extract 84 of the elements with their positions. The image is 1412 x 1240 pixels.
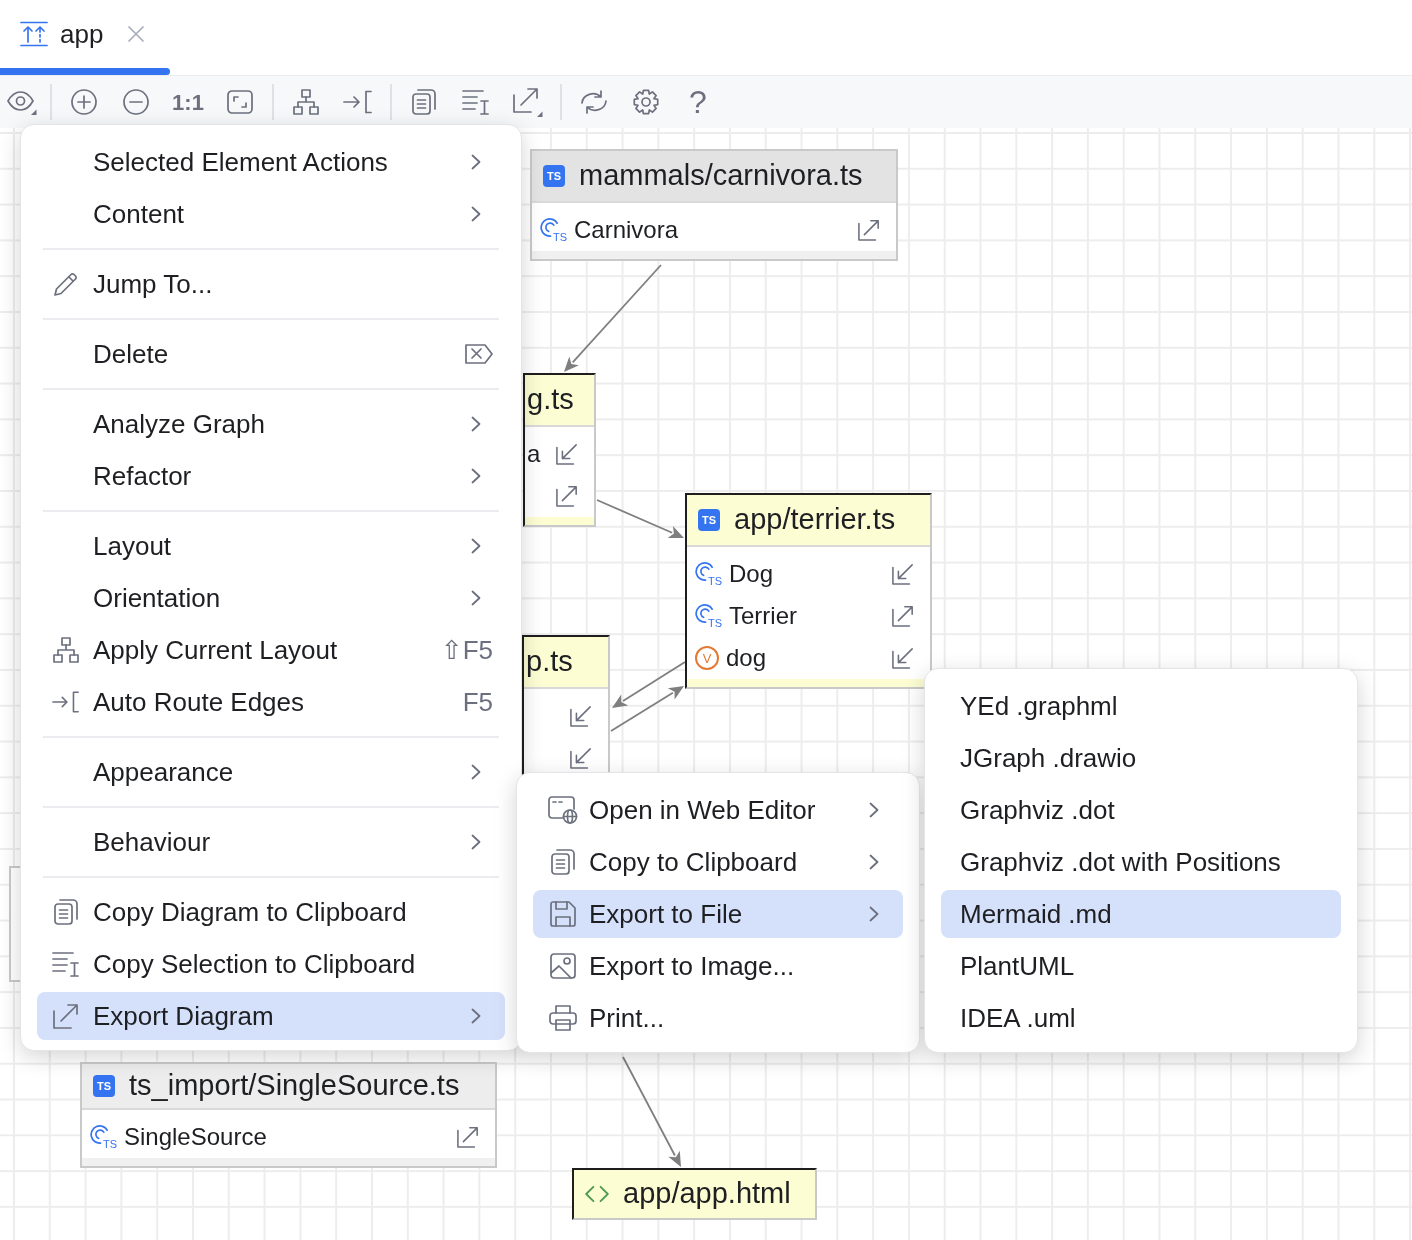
browser-globe-icon xyxy=(548,796,578,824)
menu-item[interactable]: Analyze Graph xyxy=(37,400,505,448)
pencil-icon xyxy=(53,271,79,297)
menu-item[interactable]: Layout xyxy=(37,522,505,570)
member-name: Terrier xyxy=(729,601,797,631)
hierarchy-icon xyxy=(293,89,319,115)
settings-icon xyxy=(633,89,659,115)
menu-item[interactable]: Delete xyxy=(37,330,505,378)
printer-icon xyxy=(549,1005,577,1031)
menu-item[interactable]: Export Diagram xyxy=(37,992,505,1040)
member-name: Carnivora xyxy=(574,215,679,245)
export-arrow-icon xyxy=(53,1003,79,1029)
export-arrow-icon xyxy=(513,87,543,117)
lines-cursor-icon xyxy=(462,89,490,115)
menu-item[interactable]: Apply Current Layout ⇧F5 xyxy=(37,626,505,674)
menu-item[interactable]: IDEA .uml xyxy=(941,994,1341,1042)
menu-item[interactable]: Graphviz .dot xyxy=(941,786,1341,834)
eye-icon xyxy=(7,89,37,115)
menu-item[interactable]: Jump To... xyxy=(37,260,505,308)
hierarchy-icon xyxy=(53,637,79,663)
file-type-badge: TS xyxy=(698,509,720,531)
menu-item[interactable]: Export to File xyxy=(533,890,903,938)
variable-badge: V xyxy=(695,646,719,670)
editor-tab[interactable]: app xyxy=(0,0,170,75)
menu-item[interactable]: YEd .graphml xyxy=(941,682,1341,730)
close-icon[interactable] xyxy=(128,26,145,42)
node-title: g.ts xyxy=(527,382,574,418)
menu-item[interactable]: Refactor xyxy=(37,452,505,500)
menu-item[interactable]: Open in Web Editor xyxy=(533,786,903,834)
menu-item[interactable]: PlantUML xyxy=(941,942,1341,990)
menu-item[interactable]: Orientation xyxy=(37,574,505,622)
file-type-badge: TS xyxy=(543,165,565,187)
actual-size-button[interactable]: 1:1 xyxy=(162,80,214,124)
menu-item[interactable]: Export to Image... xyxy=(533,942,903,990)
menu-item[interactable]: Content xyxy=(37,190,505,238)
frame-icon xyxy=(227,90,253,114)
file-type-badge: TS xyxy=(93,1075,115,1097)
menu-item[interactable]: JGraph .drawio xyxy=(941,734,1341,782)
node-title: app/app.html xyxy=(623,1176,791,1212)
plus-circle-icon xyxy=(71,89,97,115)
menu-item[interactable]: Copy to Clipboard xyxy=(533,838,903,886)
menu-item[interactable]: Print... xyxy=(533,994,903,1042)
documents-icon xyxy=(551,849,575,875)
refresh-icon xyxy=(580,90,608,114)
shortcut: F5 xyxy=(462,685,493,719)
documents-icon xyxy=(54,899,78,925)
class-badge: TS xyxy=(695,561,722,587)
documents-icon xyxy=(412,89,436,115)
member-name: a xyxy=(527,439,541,469)
menu-item[interactable]: Mermaid .md xyxy=(941,890,1341,938)
menu-item[interactable]: Behaviour xyxy=(37,818,505,866)
arrow-bracket-icon xyxy=(52,690,80,714)
diagram-node[interactable]: TS mammals/carnivora.ts TS Carnivora xyxy=(530,149,898,261)
class-badge: TS xyxy=(695,603,722,629)
member-name: SingleSource xyxy=(124,1122,267,1152)
node-title: app/terrier.ts xyxy=(734,502,896,538)
image-icon xyxy=(550,953,576,979)
node-title: p.ts xyxy=(526,644,573,680)
node-footer-strip xyxy=(525,517,594,525)
class-badge: TS xyxy=(90,1124,117,1150)
shortcut: ⇧F5 xyxy=(440,633,493,667)
code-brackets-icon xyxy=(585,1185,609,1203)
menu-item[interactable]: Copy Diagram to Clipboard xyxy=(37,888,505,936)
diagram-node[interactable]: TS app/terrier.ts TS Dog TS Terrier V dog xyxy=(685,493,932,689)
menu-item[interactable]: Graphviz .dot with Positions xyxy=(941,838,1341,886)
help-button[interactable]: ? xyxy=(672,80,724,124)
menu-item[interactable]: Selected Element Actions xyxy=(37,138,505,186)
menu-item[interactable]: Auto Route Edges F5 xyxy=(37,678,505,726)
node-title: mammals/carnivora.ts xyxy=(579,158,863,194)
arrow-bracket-icon xyxy=(343,90,373,114)
diagram-node[interactable]: g.ts a xyxy=(523,373,596,527)
menu-item[interactable]: Appearance xyxy=(37,748,505,796)
diagram-node[interactable]: app/app.html xyxy=(572,1168,817,1220)
minus-circle-icon xyxy=(123,89,149,115)
lines-cursor-icon xyxy=(52,951,80,977)
menu-item[interactable]: Copy Selection to Clipboard xyxy=(37,940,505,988)
member-name: Dog xyxy=(729,559,774,589)
delete-key-icon xyxy=(465,344,493,364)
diagram-node[interactable]: TS ts_import/SingleSource.ts TS SingleSource xyxy=(80,1062,497,1168)
class-badge: TS xyxy=(540,217,567,243)
diagram-node[interactable] xyxy=(9,866,20,982)
member-name: dog xyxy=(726,643,767,673)
up-arrows-icon xyxy=(20,21,48,47)
node-title: ts_import/SingleSource.ts xyxy=(129,1068,460,1104)
